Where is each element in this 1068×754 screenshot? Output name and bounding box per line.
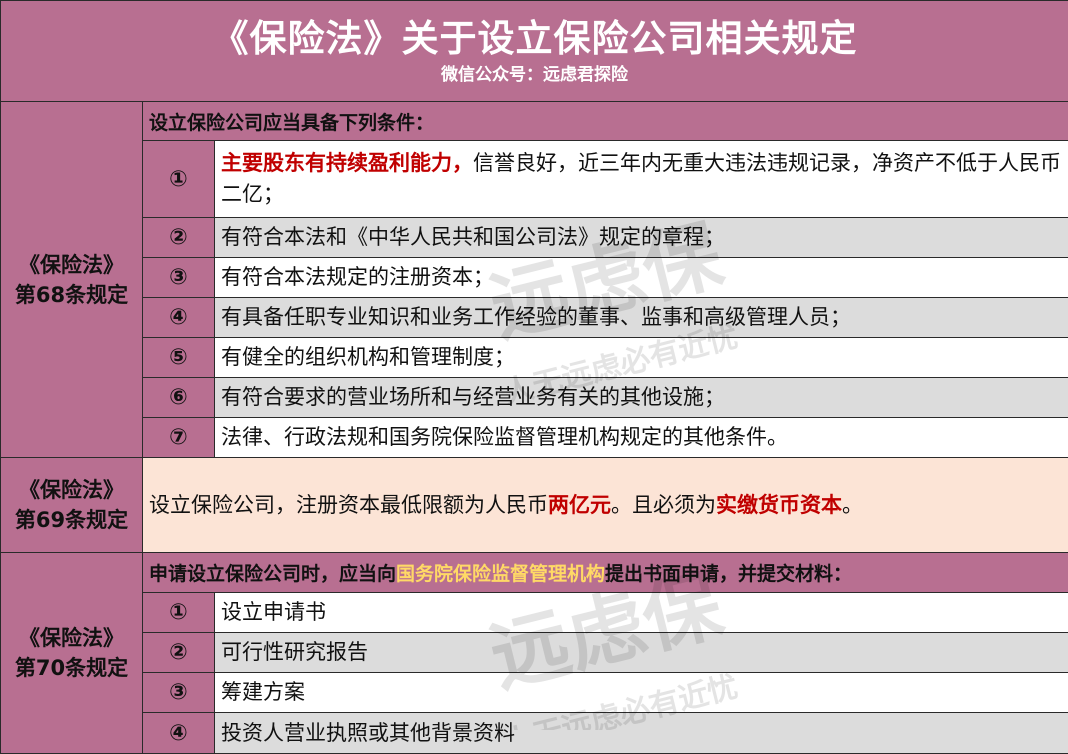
item-number: ④	[143, 298, 215, 338]
item-number: ⑦	[143, 418, 215, 458]
item-number: ②	[143, 633, 215, 673]
highlight-text: 实缴货币资本	[716, 493, 842, 517]
article-69-label-line2: 第69条规定	[15, 508, 128, 532]
item-number: ②	[143, 218, 215, 258]
article-69-text-b: 。且必须为	[611, 493, 716, 517]
list-item: 有符合要求的营业场所和与经营业务有关的其他设施；	[215, 378, 1068, 418]
list-item: 有健全的组织机构和管理制度；	[215, 338, 1068, 378]
article-70-label-line2: 第70条规定	[15, 656, 128, 680]
list-item: 可行性研究报告	[215, 633, 1068, 673]
page-subtitle: 微信公众号：远虑君探险	[1, 64, 1068, 86]
list-item: 有符合本法和《中华人民共和国公司法》规定的章程；	[215, 218, 1068, 258]
list-item: 投资人营业执照或其他背景资料	[215, 713, 1068, 754]
item-number: ①	[143, 141, 215, 218]
list-item: 主要股东有持续盈利能力，信誉良好，近三年内无重大违法违规记录，净资产不低于人民币…	[215, 141, 1068, 218]
highlight-text: 两亿元	[548, 493, 611, 517]
article-69-label: 《保险法》 第69条规定	[1, 458, 143, 553]
article-69-label-line1: 《保险法》	[19, 478, 124, 502]
list-item: 有符合本法规定的注册资本；	[215, 258, 1068, 298]
title-banner: 《保险法》关于设立保险公司相关规定 微信公众号：远虑君探险	[1, 1, 1068, 102]
item-number: ⑤	[143, 338, 215, 378]
highlight-text: 主要股东有持续盈利能力，	[221, 151, 473, 175]
item-number: ④	[143, 713, 215, 754]
item-number: ③	[143, 673, 215, 713]
article-68-heading: 设立保险公司应当具备下列条件：	[143, 102, 1068, 141]
article-68-label: 《保险法》 第68条规定	[1, 102, 143, 458]
page: 《保险法》关于设立保险公司相关规定 微信公众号：远虑君探险 《保险法》 第68条…	[0, 0, 1068, 753]
list-item: 筹建方案	[215, 673, 1068, 713]
article-68-label-line2: 第68条规定	[15, 283, 128, 307]
article-69-text: 设立保险公司，注册资本最低限额为人民币两亿元。且必须为实缴货币资本。	[143, 458, 1068, 553]
article-69-text-c: 。	[842, 493, 863, 517]
item-number: ③	[143, 258, 215, 298]
article-70-heading: 申请设立保险公司时，应当向国务院保险监督管理机构提出书面申请，并提交材料：	[143, 553, 1068, 593]
list-item: 有具备任职专业知识和业务工作经验的董事、监事和高级管理人员；	[215, 298, 1068, 338]
item-number: ①	[143, 593, 215, 633]
article-68-label-line1: 《保险法》	[19, 253, 124, 277]
article-70-heading-a: 申请设立保险公司时，应当向	[149, 563, 396, 585]
article-70-heading-b: 提出书面申请，并提交材料：	[605, 563, 852, 585]
article-70-label: 《保险法》 第70条规定	[1, 553, 143, 754]
page-title: 《保险法》关于设立保险公司相关规定	[1, 16, 1068, 62]
article-70-label-line1: 《保险法》	[19, 626, 124, 650]
article-69-text-a: 设立保险公司，注册资本最低限额为人民币	[149, 493, 548, 517]
highlight-text: 国务院保险监督管理机构	[396, 563, 605, 585]
regulation-table: 《保险法》关于设立保险公司相关规定 微信公众号：远虑君探险 《保险法》 第68条…	[0, 0, 1068, 754]
list-item: 法律、行政法规和国务院保险监督管理机构规定的其他条件。	[215, 418, 1068, 458]
item-number: ⑥	[143, 378, 215, 418]
list-item: 设立申请书	[215, 593, 1068, 633]
